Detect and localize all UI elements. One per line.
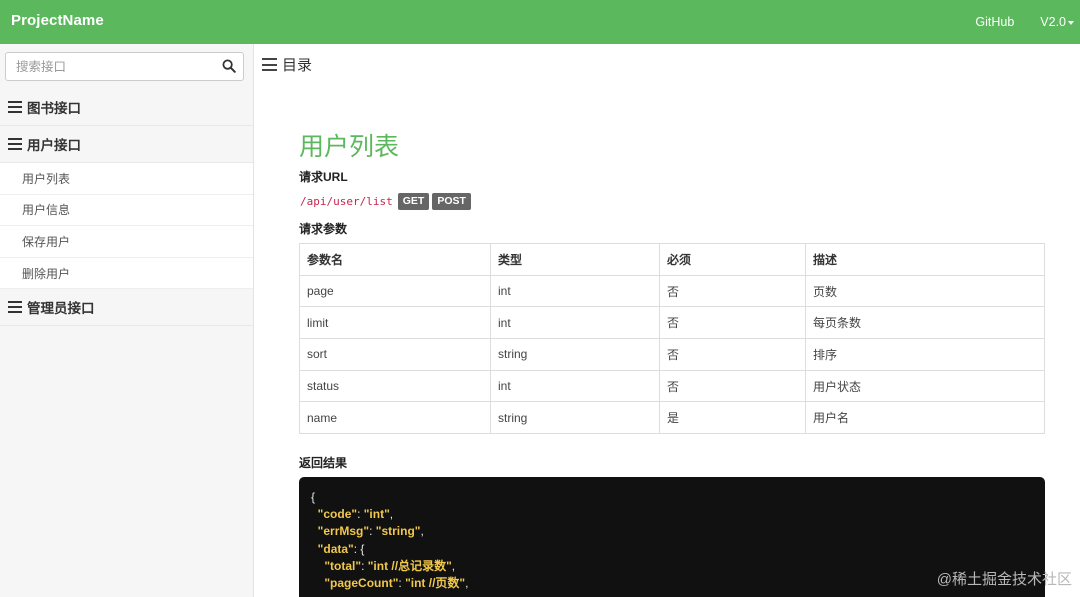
- table-cell: int: [490, 274, 660, 308]
- table-header: 参数名: [299, 243, 491, 276]
- url-row: /api/user/list GET POST: [300, 193, 474, 210]
- params-table: 参数名 类型 必须 描述 page int 否 页数 limit int 否 每…: [299, 243, 1045, 435]
- list-icon: [8, 101, 22, 113]
- code-line: {: [311, 490, 316, 504]
- result-label: 返回结果: [299, 456, 348, 470]
- sidebar-group-books[interactable]: 图书接口: [0, 89, 253, 126]
- table-header: 类型: [490, 243, 660, 276]
- top-navbar: ProjectName GitHub V2.0: [0, 0, 1080, 44]
- sidebar-item-user-info[interactable]: 用户信息: [0, 194, 253, 227]
- request-params-label: 请求参数: [299, 222, 348, 236]
- main-content: 目录 用户列表 请求URL /api/user/list GET POST 请求…: [254, 44, 1080, 597]
- brand-logo[interactable]: ProjectName: [11, 12, 104, 29]
- sidebar-group-label: 图书接口: [27, 101, 81, 116]
- search-icon[interactable]: [222, 59, 236, 73]
- table-cell: string: [490, 401, 660, 435]
- sidebar-group-label: 用户接口: [27, 138, 81, 153]
- sidebar: 图书接口 用户接口 用户列表 用户信息 保存用户 删除用户 管理员接口: [0, 44, 254, 597]
- search-box: [5, 52, 244, 81]
- watermark: @稀土掘金技术社区: [936, 571, 1072, 588]
- table-cell: 否: [659, 369, 806, 403]
- list-icon: [8, 301, 22, 314]
- sidebar-group-admins[interactable]: 管理员接口: [0, 289, 253, 327]
- sidebar-item-delete-user[interactable]: 删除用户: [0, 257, 253, 290]
- table-row: status int 否 用户状态: [299, 369, 1045, 403]
- table-cell: 页数: [805, 274, 1045, 308]
- sidebar-item-save-user[interactable]: 保存用户: [0, 226, 253, 258]
- table-cell: status: [299, 369, 491, 403]
- table-cell: sort: [299, 338, 491, 371]
- code-line: "total": "int //总记录数",: [324, 558, 456, 573]
- table-cell: 排序: [805, 338, 1045, 371]
- sidebar-group-label: 管理员接口: [27, 301, 95, 317]
- table-cell: 否: [659, 338, 806, 371]
- table-cell: 是: [659, 401, 806, 435]
- code-line: "errMsg": "string",: [317, 524, 424, 539]
- table-row: name string 是 用户名: [299, 401, 1045, 435]
- table-cell: limit: [299, 306, 491, 340]
- list-icon: [8, 138, 22, 150]
- table-cell: 用户状态: [805, 369, 1045, 403]
- table-cell: 每页条数: [805, 306, 1045, 340]
- toc-label: 目录: [282, 57, 313, 74]
- table-header: 必须: [659, 243, 806, 276]
- github-link-label: GitHub: [975, 15, 1015, 29]
- code-line: "data": {: [317, 541, 365, 556]
- method-badge-get: GET: [397, 193, 430, 210]
- table-cell: int: [490, 369, 660, 403]
- nav-links: GitHub V2.0: [949, 0, 1074, 44]
- table-row: limit int 否 每页条数: [299, 306, 1045, 340]
- table-row: page int 否 页数: [299, 274, 1045, 308]
- toc-toggle[interactable]: 目录: [262, 54, 312, 75]
- page-title: 用户列表: [299, 133, 400, 161]
- api-url: /api/user/list: [300, 195, 393, 208]
- github-link[interactable]: GitHub: [975, 15, 1014, 29]
- sidebar-item-user-list[interactable]: 用户列表: [0, 163, 253, 195]
- table-cell: page: [299, 274, 491, 308]
- table-cell: 用户名: [805, 401, 1045, 435]
- table-cell: string: [490, 338, 660, 371]
- version-label: V2.0: [1040, 15, 1066, 29]
- code-line: "pageCount": "int //页数",: [324, 576, 469, 591]
- code-line: "code": "int",: [317, 507, 394, 522]
- table-cell: 否: [659, 306, 806, 340]
- code-block: { "code": "int", "errMsg": "string", "da…: [299, 477, 1045, 597]
- table-cell: int: [490, 306, 660, 340]
- table-row: sort string 否 排序: [299, 338, 1045, 371]
- table-header-row: 参数名 类型 必须 描述: [299, 243, 1045, 276]
- version-dropdown[interactable]: V2.0: [1040, 15, 1074, 29]
- table-header: 描述: [805, 243, 1045, 276]
- request-url-label: 请求URL: [299, 170, 348, 184]
- list-icon: [262, 58, 277, 71]
- search-input[interactable]: [6, 53, 206, 80]
- sidebar-menu: 图书接口 用户接口 用户列表 用户信息 保存用户 删除用户 管理员接口: [0, 89, 253, 327]
- method-badge-post: POST: [432, 193, 471, 210]
- sidebar-group-users[interactable]: 用户接口: [0, 126, 253, 163]
- table-cell: name: [299, 401, 491, 435]
- table-cell: 否: [659, 274, 806, 308]
- caret-down-icon: [1068, 20, 1074, 25]
